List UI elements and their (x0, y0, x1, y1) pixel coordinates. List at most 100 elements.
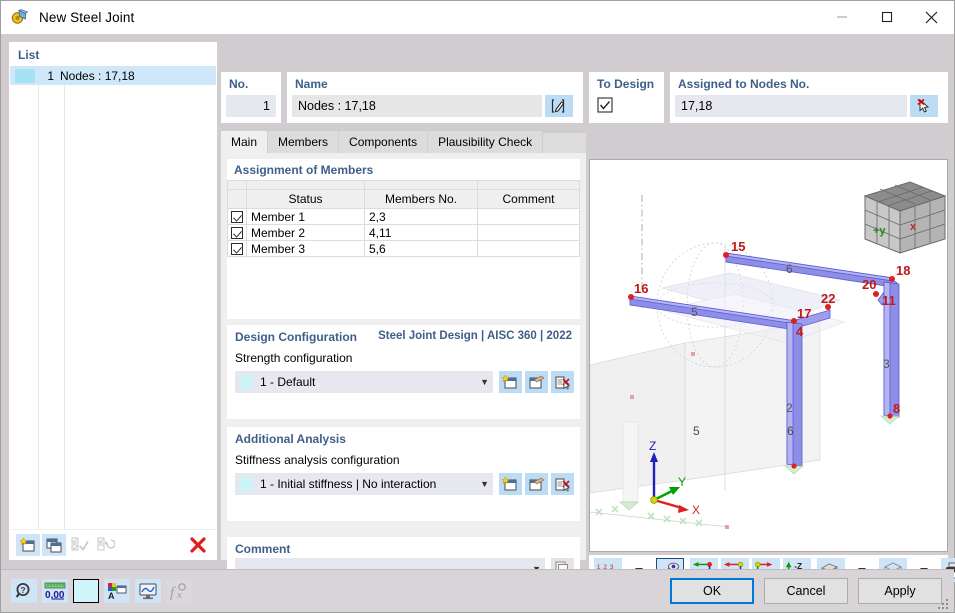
number-panel: No. 1 (221, 72, 281, 123)
assigned-nodes-field[interactable]: 17,18 (675, 95, 907, 117)
edit-stiffness-configuration-button[interactable] (525, 473, 548, 495)
additional-analysis-title: Additional Analysis (235, 432, 346, 446)
members-table[interactable]: Status Members No. Comment Member 1 2,3 … (227, 180, 580, 257)
tab-strip-filler (543, 133, 586, 153)
chevron-down-icon: ▼ (480, 377, 489, 387)
table-row[interactable]: Member 2 4,11 (227, 224, 580, 241)
edit-pencil-icon[interactable] (545, 95, 573, 117)
list-item[interactable]: 1 Nodes : 17,18 (10, 66, 216, 85)
member-label-6b: 6 (786, 262, 793, 276)
list-divider-1 (38, 85, 39, 529)
dialog-window: New Steel Joint List 1 Nodes: 17,18 No.… (0, 0, 955, 613)
units-button[interactable]: 0,00 (42, 579, 68, 603)
delete-item-button[interactable] (186, 534, 210, 556)
number-label: No. (229, 77, 249, 91)
close-button[interactable] (909, 1, 954, 34)
tab-plausibility-check[interactable]: Plausibility Check (428, 131, 544, 153)
row-comment (477, 224, 580, 241)
ok-button[interactable]: OK (670, 578, 754, 604)
new-stiffness-configuration-button[interactable] (499, 473, 522, 495)
row-comment (477, 208, 580, 225)
member-label-5b: 5 (691, 305, 698, 319)
stiffness-configuration-value: 1 - Initial stiffness | No interaction (260, 477, 437, 491)
steel-joint-icon (10, 7, 30, 27)
design-standard-label: Steel Joint Design | AISC 360 | 2022 (378, 330, 572, 342)
row-status: Member 3 (246, 240, 365, 257)
new-configuration-button[interactable] (499, 371, 522, 393)
list-toolbar (10, 529, 216, 559)
svg-text:X: X (692, 503, 700, 517)
list-box[interactable]: 1 Nodes : 17,18 (10, 65, 216, 529)
assigned-nodes-panel: Assigned to Nodes No. 17,18 (670, 72, 948, 123)
table-row[interactable]: Member 3 5,6 (227, 240, 580, 257)
design-configuration-buttons (499, 371, 574, 393)
edit-configuration-button[interactable] (525, 371, 548, 393)
dialog-buttons: OK Cancel Apply (670, 578, 942, 604)
row-status: Member 2 (246, 224, 365, 241)
model-viewport[interactable]: 15 16 17 18 20 22 11 4 8 7 6 5 (589, 159, 948, 552)
pick-cursor-icon[interactable] (910, 95, 938, 117)
row-comment (477, 240, 580, 257)
assignment-title: Assignment of Members (234, 163, 374, 177)
check-icon (231, 211, 243, 224)
window-controls (819, 1, 954, 34)
resize-grip[interactable] (938, 597, 950, 609)
row-members-no: 5,6 (364, 240, 478, 257)
formula-button[interactable]: f x (166, 579, 192, 603)
list-divider-2 (64, 85, 65, 529)
additional-analysis-buttons (499, 473, 574, 495)
svg-text:A: A (108, 591, 115, 600)
to-design-label: To Design (597, 77, 655, 91)
stiffness-analysis-label: Stiffness analysis configuration (235, 453, 400, 467)
color-swatch-button[interactable] (73, 579, 99, 603)
list-item-number: 1 (47, 68, 54, 83)
list-panel-label: List (18, 48, 40, 62)
to-design-panel: To Design (589, 72, 664, 123)
node-label-15: 15 (731, 239, 745, 254)
chevron-down-icon: ▼ (480, 479, 489, 489)
maximize-button[interactable] (864, 1, 909, 34)
select-all-button[interactable] (68, 534, 92, 556)
row-status: Member 1 (246, 208, 365, 225)
to-design-checkbox[interactable] (597, 97, 613, 116)
stiffness-configuration-select[interactable]: 1 - Initial stiffness | No interaction ▼ (235, 473, 493, 495)
delete-stiffness-configuration-button[interactable] (551, 473, 574, 495)
additional-analysis-panel: Additional Analysis Stiffness analysis c… (227, 427, 580, 521)
window-title: New Steel Joint (39, 9, 135, 25)
apply-button[interactable]: Apply (858, 578, 942, 604)
number-field[interactable]: 1 (226, 95, 276, 117)
cancel-button[interactable]: Cancel (764, 578, 848, 604)
bottom-toolbar: ? 0,00 A f x (11, 579, 192, 603)
svg-text:f: f (170, 585, 176, 600)
title-bar: New Steel Joint (1, 1, 954, 34)
node-label-22: 22 (821, 291, 835, 306)
tab-members[interactable]: Members (268, 131, 340, 153)
assigned-nodes-label: Assigned to Nodes No. (678, 77, 810, 91)
bottom-bar: ? 0,00 A f x OK Cancel Apply (1, 569, 954, 612)
list-item-color-swatch (15, 68, 35, 83)
minimize-button[interactable] (819, 1, 864, 34)
display-settings-button[interactable] (135, 579, 161, 603)
table-row[interactable]: Member 1 2,3 (227, 208, 580, 225)
tab-main[interactable]: Main (221, 131, 269, 153)
copy-item-button[interactable] (42, 533, 66, 556)
tab-components[interactable]: Components (339, 131, 429, 153)
help-button[interactable]: ? (11, 579, 37, 603)
row-checkbox[interactable] (227, 224, 247, 241)
invert-selection-button[interactable] (94, 534, 118, 556)
row-checkbox[interactable] (227, 240, 247, 257)
comment-title: Comment (235, 542, 291, 556)
nav-cube-face-label: +y (873, 225, 886, 237)
name-field[interactable]: Nodes : 17,18 (292, 95, 542, 117)
config-color-swatch (239, 375, 253, 389)
table-header-status: Status (246, 189, 365, 209)
node-label-17: 17 (797, 306, 811, 321)
strength-configuration-select[interactable]: 1 - Default ▼ (235, 371, 493, 393)
delete-configuration-button[interactable] (551, 371, 574, 393)
row-checkbox[interactable] (227, 208, 247, 225)
new-item-button[interactable] (16, 533, 40, 556)
member-label-5: 5 (693, 424, 700, 438)
graphics-settings-button[interactable]: A (104, 579, 130, 603)
svg-text:Z: Z (649, 439, 656, 453)
row-members-no: 4,11 (364, 224, 478, 241)
